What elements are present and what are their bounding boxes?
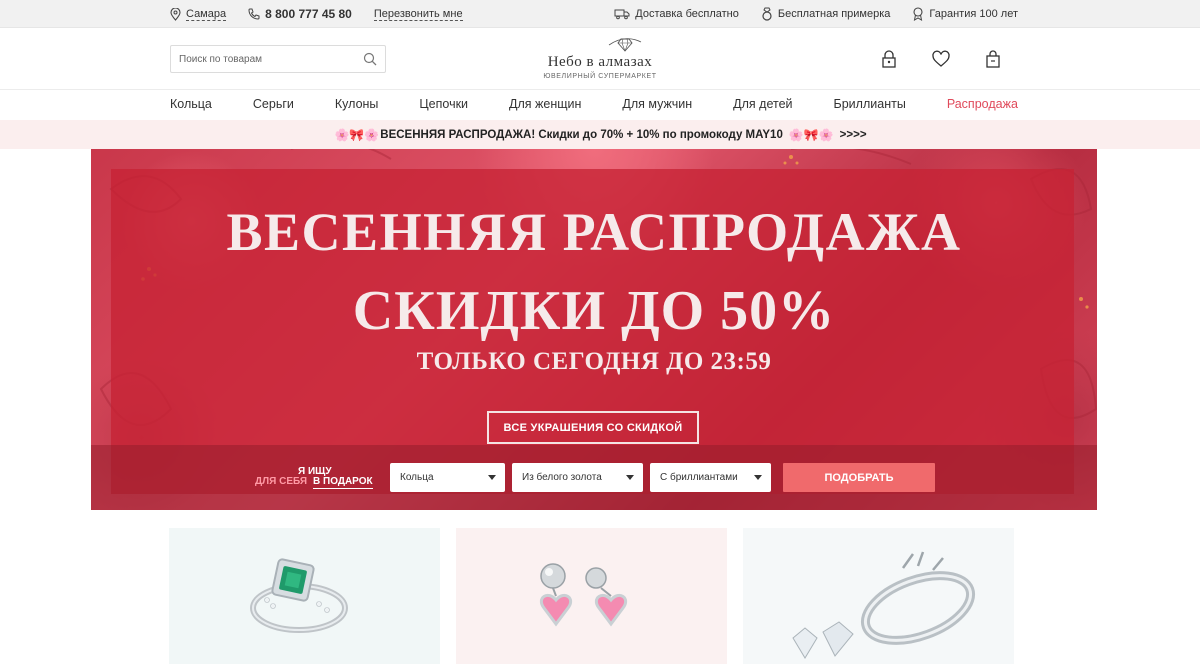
- chevron-down-icon: [754, 475, 762, 480]
- stone-select-value: С бриллиантами: [660, 472, 738, 483]
- fitting-label: Бесплатная примерка: [777, 8, 891, 20]
- city-selector[interactable]: Самара: [170, 7, 227, 21]
- nav-item-sale[interactable]: Распродажа: [947, 97, 1018, 111]
- chevron-down-icon: [626, 475, 634, 480]
- type-select-value: Кольца: [400, 472, 434, 483]
- promo-arrows[interactable]: >>>>: [840, 129, 867, 141]
- header: Небо в алмазах ЮВЕЛИРНЫЙ СУПЕРМАРКЕТ: [0, 28, 1200, 90]
- cart-bag-icon[interactable]: [982, 48, 1004, 70]
- hero-banner[interactable]: ВЕСЕННЯЯ РАСПРОДАЖА СКИДКИ ДО 50% ТОЛЬКО…: [91, 149, 1097, 510]
- sale-all-button[interactable]: ВСЕ УКРАШЕНИЯ СО СКИДКОЙ: [487, 411, 699, 444]
- flower-bow-emoji-left: 🌸🎀🌸: [334, 127, 380, 142]
- nav-item-pendants[interactable]: Кулоны: [335, 97, 379, 111]
- main-nav: Кольца Серьги Кулоны Цепочки Для женщин …: [0, 90, 1200, 120]
- finder-for-self-tab[interactable]: ДЛЯ СЕБЯ: [255, 476, 307, 487]
- hero-note: ТОЛЬКО СЕГОДНЯ ДО 23:59: [416, 348, 772, 375]
- award-icon: [913, 7, 923, 21]
- pick-button[interactable]: ПОДОБРАТЬ: [783, 463, 935, 492]
- stone-select[interactable]: С бриллиантами: [650, 463, 771, 492]
- metal-select[interactable]: Из белого золота: [512, 463, 643, 492]
- warranty-info: Гарантия 100 лет: [912, 7, 1018, 21]
- phone-icon: [248, 8, 260, 20]
- warranty-label: Гарантия 100 лет: [929, 8, 1018, 20]
- search-icon[interactable]: [363, 52, 377, 66]
- product-tile-setting-ring[interactable]: [743, 528, 1014, 664]
- finder-as-gift-tab[interactable]: В ПОДАРОК: [313, 476, 373, 489]
- ring-setting-image: [792, 551, 976, 659]
- gift-finder: Я ИЩУ ДЛЯ СЕБЯ В ПОДАРОК Кольца Из белог…: [91, 445, 1097, 510]
- chevron-down-icon: [488, 475, 496, 480]
- nav-item-chains[interactable]: Цепочки: [419, 97, 468, 111]
- nav-item-earrings[interactable]: Серьги: [253, 97, 294, 111]
- product-tile-heart-earrings[interactable]: [456, 528, 727, 664]
- city-label[interactable]: Самара: [186, 8, 227, 21]
- emerald-ring-image: [250, 558, 348, 633]
- callback-label[interactable]: Перезвонить мне: [373, 8, 463, 21]
- phone-block[interactable]: 8 800 777 45 80: [248, 7, 352, 21]
- delivery-info: Доставка бесплатно: [614, 8, 739, 20]
- account-lock-icon[interactable]: [878, 48, 900, 70]
- nav-item-diamonds[interactable]: Бриллианты: [834, 97, 906, 111]
- ring-icon: [762, 7, 772, 21]
- type-select[interactable]: Кольца: [390, 463, 505, 492]
- hero-title: ВЕСЕННЯЯ РАСПРОДАЖА: [226, 202, 962, 262]
- diamond-icon: [608, 38, 642, 52]
- nav-item-kids[interactable]: Для детей: [733, 97, 792, 111]
- flower-bow-emoji-right: 🌸🎀🌸: [788, 127, 834, 142]
- metal-select-value: Из белого золота: [522, 472, 602, 483]
- nav-item-men[interactable]: Для мужчин: [622, 97, 692, 111]
- phone-number[interactable]: 8 800 777 45 80: [265, 7, 352, 21]
- fitting-info: Бесплатная примерка: [761, 7, 891, 21]
- search-box[interactable]: [170, 45, 386, 73]
- promo-banner[interactable]: 🌸🎀🌸 ВЕСЕННЯЯ РАСПРОДАЖА! Скидки до 70% +…: [0, 120, 1200, 149]
- top-info-bar: Самара 8 800 777 45 80 Перезвонить мне Д…: [0, 0, 1200, 28]
- truck-icon: [614, 9, 630, 20]
- logo-title: Небо в алмазах: [547, 54, 653, 70]
- product-tile-emerald-ring[interactable]: [169, 528, 440, 664]
- promo-text[interactable]: ВЕСЕННЯЯ РАСПРОДАЖА! Скидки до 70% + 10%…: [380, 129, 783, 141]
- nav-item-rings[interactable]: Кольца: [170, 97, 212, 111]
- logo-subtitle: ЮВЕЛИРНЫЙ СУПЕРМАРКЕТ: [543, 73, 657, 80]
- search-input[interactable]: [179, 53, 359, 65]
- delivery-label: Доставка бесплатно: [635, 8, 739, 20]
- heart-earrings-image: [539, 563, 628, 627]
- nav-item-women[interactable]: Для женщин: [509, 97, 581, 111]
- header-actions: [848, 48, 1004, 70]
- site-logo[interactable]: Небо в алмазах ЮВЕЛИРНЫЙ СУПЕРМАРКЕТ: [535, 34, 665, 84]
- location-pin-icon: [170, 7, 181, 21]
- callback-link[interactable]: Перезвонить мне: [373, 8, 463, 21]
- hero-subtitle: СКИДКИ ДО 50%: [352, 280, 836, 342]
- favorites-heart-icon[interactable]: [930, 48, 952, 70]
